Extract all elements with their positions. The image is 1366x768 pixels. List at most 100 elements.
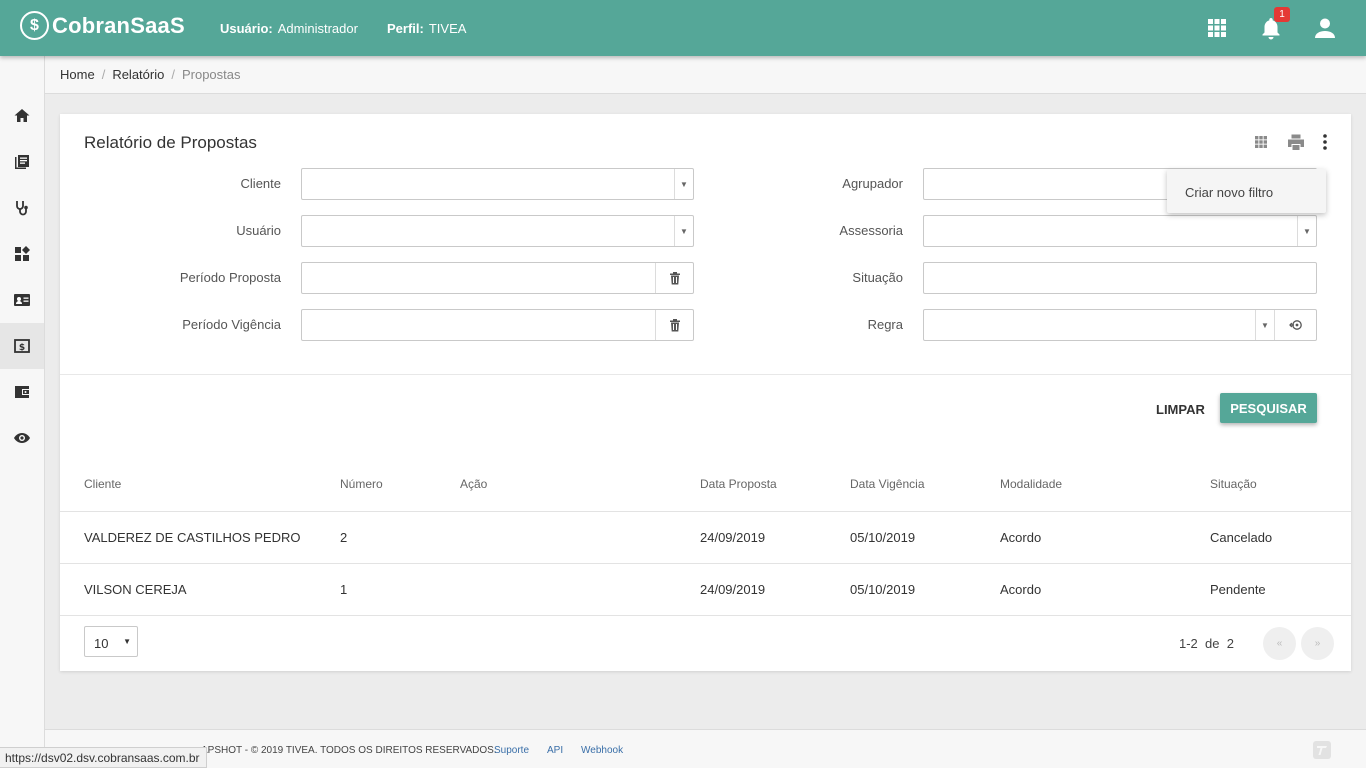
cell-data-proposta: 24/09/2019 bbox=[700, 582, 766, 597]
more-options-icon[interactable] bbox=[1315, 132, 1335, 152]
brand-name: CobranSaaS bbox=[52, 12, 185, 38]
column-header-acao[interactable]: Ação bbox=[460, 477, 487, 491]
search-button[interactable]: PESQUISAR bbox=[1220, 393, 1317, 423]
profile-info: Perfil: TIVEA bbox=[387, 21, 466, 36]
pagination-of: de bbox=[1205, 636, 1220, 651]
situacao-input[interactable] bbox=[923, 262, 1317, 294]
user-label: Usuário: bbox=[220, 21, 273, 36]
regra-select[interactable]: ▼ bbox=[923, 309, 1317, 341]
cell-data-proposta: 24/09/2019 bbox=[700, 530, 766, 545]
sidebar-item-wallet[interactable] bbox=[0, 369, 44, 415]
filter-label-usuario: Usuário bbox=[236, 223, 281, 238]
cell-data-vigencia: 05/10/2019 bbox=[850, 582, 916, 597]
breadcrumb-current: Propostas bbox=[181, 67, 241, 82]
sidebar-item-health[interactable] bbox=[0, 185, 44, 231]
filter-label-agrupador: Agrupador bbox=[842, 176, 903, 191]
table-divider bbox=[60, 615, 1351, 616]
cliente-select[interactable]: ▼ bbox=[301, 168, 694, 200]
periodo-vigencia-input[interactable] bbox=[301, 309, 694, 341]
section-divider bbox=[60, 374, 1351, 375]
trash-icon bbox=[669, 271, 680, 284]
footer-link-webhook[interactable]: Webhook bbox=[581, 745, 623, 756]
cell-situacao: Pendente bbox=[1210, 582, 1266, 597]
regra-view-button[interactable] bbox=[1274, 310, 1316, 340]
sidebar: $ bbox=[0, 56, 45, 768]
cell-cliente: VALDEREZ DE CASTILHOS PEDRO bbox=[84, 530, 301, 545]
chevron-down-icon: ▼ bbox=[123, 637, 131, 646]
top-app-bar: $ CobranSaaS Usuário: Administrador Perfi… bbox=[0, 0, 1366, 56]
breadcrumb-separator: / bbox=[171, 67, 175, 82]
column-header-data-proposta[interactable]: Data Proposta bbox=[700, 477, 777, 491]
sidebar-item-dashboard[interactable] bbox=[0, 231, 44, 277]
periodo-proposta-input[interactable] bbox=[301, 262, 694, 294]
cell-numero: 1 bbox=[340, 582, 348, 597]
book-icon bbox=[15, 155, 29, 169]
assessoria-select[interactable]: ▼ bbox=[923, 215, 1317, 247]
clear-date-button[interactable] bbox=[655, 310, 693, 340]
cell-situacao: Cancelado bbox=[1210, 530, 1273, 545]
page-size-select[interactable]: 10 ▼ bbox=[84, 626, 138, 657]
footer-link-api[interactable]: API bbox=[547, 745, 563, 756]
cell-modalidade: Acordo bbox=[1000, 582, 1042, 597]
print-icon[interactable] bbox=[1286, 132, 1306, 152]
columns-grid-icon[interactable] bbox=[1251, 132, 1271, 152]
tivea-watermark-icon bbox=[1312, 740, 1332, 763]
previous-page-button[interactable]: « bbox=[1263, 627, 1296, 660]
profile-label: Perfil: bbox=[387, 21, 424, 36]
column-header-numero[interactable]: Número bbox=[340, 477, 383, 491]
money-icon: $ bbox=[14, 339, 30, 353]
column-header-situacao[interactable]: Situação bbox=[1210, 477, 1257, 491]
chevron-down-icon[interactable]: ▼ bbox=[1255, 310, 1274, 340]
pagination-range: 1-2 bbox=[1179, 636, 1198, 651]
sidebar-item-view[interactable] bbox=[0, 415, 44, 461]
filter-label-assessoria: Assessoria bbox=[839, 223, 903, 238]
user-info: Usuário: Administrador bbox=[220, 21, 358, 36]
cell-numero: 2 bbox=[340, 530, 348, 545]
pagination-total: 2 bbox=[1226, 636, 1234, 651]
sidebar-item-finance[interactable]: $ bbox=[0, 323, 44, 369]
footer-link-suporte[interactable]: Suporte bbox=[494, 745, 529, 756]
filter-label-situacao: Situação bbox=[852, 270, 903, 285]
footer: APSHOT - © 2019 TIVEA. TODOS OS DIREITOS… bbox=[45, 729, 1366, 768]
breadcrumb-home[interactable]: Home bbox=[60, 67, 95, 82]
usuario-select[interactable]: ▼ bbox=[301, 215, 694, 247]
clear-button[interactable]: LIMPAR bbox=[1150, 394, 1211, 424]
filter-label-periodo-proposta: Período Proposta bbox=[179, 270, 281, 285]
svg-text:$: $ bbox=[19, 343, 25, 353]
table-divider bbox=[60, 511, 1351, 512]
table-divider bbox=[60, 563, 1351, 564]
sidebar-item-book[interactable] bbox=[0, 139, 44, 185]
filter-label-cliente: Cliente bbox=[240, 176, 281, 191]
menu-item-criar-filtro[interactable]: Criar novo filtro bbox=[1185, 185, 1273, 200]
notification-badge: 1 bbox=[1274, 7, 1290, 22]
clear-date-button[interactable] bbox=[655, 263, 693, 293]
logo[interactable]: $ CobranSaaS bbox=[20, 11, 185, 40]
user-value: Administrador bbox=[277, 21, 358, 36]
breadcrumb-separator: / bbox=[101, 67, 106, 82]
column-header-data-vigencia[interactable]: Data Vigência bbox=[850, 477, 925, 491]
apps-grid-icon[interactable] bbox=[1203, 14, 1231, 42]
breadcrumb: Home / Relatório / Propostas bbox=[45, 56, 1366, 94]
home-icon bbox=[14, 109, 30, 122]
breadcrumb-relatorio[interactable]: Relatório bbox=[112, 67, 164, 82]
stethoscope-icon bbox=[16, 201, 28, 216]
cell-data-vigencia: 05/10/2019 bbox=[850, 530, 916, 545]
chevron-down-icon[interactable]: ▼ bbox=[1297, 216, 1316, 246]
sidebar-item-contacts[interactable] bbox=[0, 277, 44, 323]
sidebar-item-home[interactable] bbox=[0, 93, 44, 139]
user-account-icon[interactable] bbox=[1311, 14, 1339, 42]
column-header-modalidade[interactable]: Modalidade bbox=[1000, 477, 1062, 491]
options-menu: Criar novo filtro bbox=[1167, 169, 1326, 213]
logo-coin-icon: $ bbox=[20, 11, 49, 40]
pagination-info: 1-2 de 2 bbox=[1179, 636, 1234, 651]
chevron-down-icon[interactable]: ▼ bbox=[674, 169, 693, 199]
chevron-down-icon[interactable]: ▼ bbox=[674, 216, 693, 246]
profile-value: TIVEA bbox=[428, 21, 467, 36]
eye-icon bbox=[14, 433, 30, 443]
column-header-cliente[interactable]: Cliente bbox=[84, 477, 121, 491]
dashboard-icon bbox=[15, 246, 30, 261]
next-page-button[interactable]: » bbox=[1301, 627, 1334, 660]
filter-label-regra: Regra bbox=[867, 317, 903, 332]
footer-copyright: APSHOT - © 2019 TIVEA. TODOS OS DIREITOS… bbox=[201, 745, 497, 756]
wallet-icon bbox=[15, 386, 29, 398]
